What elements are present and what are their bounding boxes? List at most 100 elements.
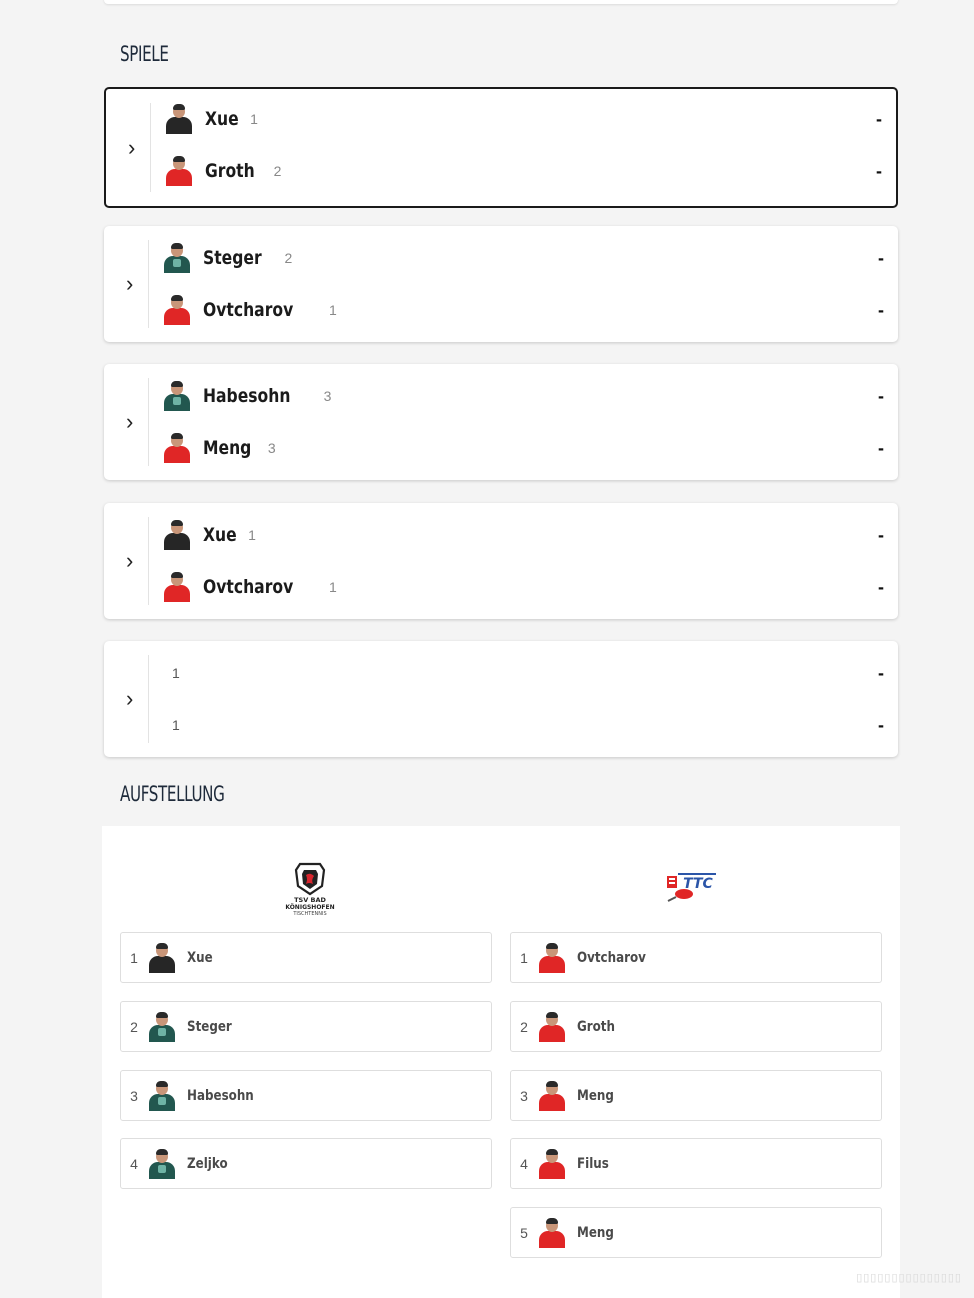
lineup-number: 4 [130,1155,138,1172]
away-score: - [878,299,884,320]
chevron-right-icon[interactable]: › [126,409,133,435]
lineup-player-name: Zeljko [187,1155,228,1172]
player-avatar [162,433,192,463]
player-rank: 1 [250,111,258,127]
chevron-right-icon[interactable]: › [126,548,133,574]
home-logo-line2: KÖNIGSHOFEN [285,904,334,911]
chevron-right-icon[interactable]: › [126,686,133,712]
player-avatar [162,572,192,602]
player-name: Meng [203,437,252,459]
home-score: - [876,108,882,129]
lineup-player-name: Habesohn [187,1087,254,1104]
home-player-row: Xue 1 - [162,520,884,550]
player-name: Habesohn [203,385,291,407]
home-lineup-item[interactable]: 3 Habesohn [120,1070,492,1121]
player-rank: 2 [284,250,293,266]
chevron-right-icon[interactable]: › [126,271,133,297]
player-rank: 1 [172,665,180,681]
home-lineup-item[interactable]: 2 Steger [120,1001,492,1052]
lineup-player-name: Steger [187,1018,232,1035]
home-player-row: Steger 2 - [162,243,884,273]
home-player-row: Xue 1 - [164,104,882,134]
player-name: Ovtcharov [203,576,294,598]
lineup-number: 4 [520,1155,528,1172]
away-lineup-item[interactable]: 4 Filus [510,1138,882,1189]
player-avatar [537,1011,567,1042]
away-lineup-item[interactable]: 1 Ovtcharov [510,932,882,983]
lineup-player-name: Ovtcharov [577,949,646,966]
games-section-title: SPIELE [120,42,169,66]
divider [150,103,151,192]
player-avatar [537,1080,567,1111]
lineup-number: 3 [130,1087,138,1104]
player-name: Steger [203,247,262,269]
player-rank: 1 [248,527,256,543]
away-score: - [878,437,884,458]
player-name: Ovtcharov [203,299,294,321]
divider [148,655,149,743]
game-card[interactable]: › Habesohn 3 - Meng 3 - [104,364,898,480]
lineup-number: 2 [130,1018,138,1035]
lineup-player-name: Groth [577,1018,615,1035]
player-rank: 3 [267,440,276,456]
home-score: - [878,662,884,683]
player-avatar [537,1148,567,1179]
home-player-row: Habesohn 3 - [162,381,884,411]
player-rank: 3 [323,388,332,404]
player-rank: 1 [172,717,180,733]
lineup-player-name: Xue [187,949,213,966]
player-rank: 1 [329,302,337,318]
game-card[interactable]: › Xue 1 - Groth 2 - [104,87,898,208]
player-avatar [537,1217,567,1248]
lineup-number: 2 [520,1018,528,1035]
player-avatar [537,942,567,973]
player-avatar [162,243,192,273]
player-rank: 2 [273,163,282,179]
home-logo-line1: TSV BAD [294,896,326,904]
chevron-right-icon[interactable]: › [128,135,135,161]
lineup-panel: TSV BAD KÖNIGSHOFEN TISCHTENNIS TTC 1 Xue… [102,826,900,1298]
home-player-row: 1- [162,658,884,688]
home-logo-line3: TISCHTENNIS [292,911,326,917]
home-lineup-item[interactable]: 4 Zeljko [120,1138,492,1189]
away-score: - [878,714,884,735]
game-card[interactable]: › Xue 1 - Ovtcharov 1 - [104,503,898,619]
lineup-number: 3 [520,1087,528,1104]
lineup-player-name: Meng [577,1224,614,1241]
away-player-row: Ovtcharov 1 - [162,295,884,325]
player-avatar [147,942,177,973]
divider [148,517,149,605]
player-avatar [162,520,192,550]
player-avatar [162,295,192,325]
player-name: Groth [205,160,255,182]
away-lineup-item[interactable]: 3 Meng [510,1070,882,1121]
away-lineup-item[interactable]: 2 Groth [510,1001,882,1052]
previous-card-edge [104,0,898,4]
player-name: Xue [203,524,237,546]
away-player-row: Meng 3 - [162,433,884,463]
player-avatar [162,381,192,411]
home-score: - [878,247,884,268]
away-player-row: 1- [162,710,884,740]
lineup-number: 1 [520,949,528,966]
lineup-player-name: Meng [577,1087,614,1104]
away-team-logo: TTC [664,864,720,904]
lineup-player-name: Filus [577,1155,609,1172]
away-player-row: Groth 2 - [164,156,882,186]
away-player-row: Ovtcharov 1 - [162,572,884,602]
divider [148,378,149,466]
player-avatar [147,1148,177,1179]
away-score: - [878,576,884,597]
player-avatar [164,156,194,186]
home-team-logo: TSV BAD KÖNIGSHOFEN TISCHTENNIS [280,858,340,918]
player-rank: 1 [329,579,337,595]
home-lineup-item[interactable]: 1 Xue [120,932,492,983]
watermark: ▯▯▯▯▯▯▯▯▯▯▯▯▯▯▯ [856,1272,962,1284]
lineup-number: 1 [130,949,138,966]
game-card[interactable]: › 1-1- [104,641,898,757]
player-avatar [147,1011,177,1042]
game-card[interactable]: › Steger 2 - Ovtcharov 1 - [104,226,898,342]
away-lineup-item[interactable]: 5 Meng [510,1207,882,1258]
player-name: Xue [205,108,239,130]
home-score: - [878,385,884,406]
